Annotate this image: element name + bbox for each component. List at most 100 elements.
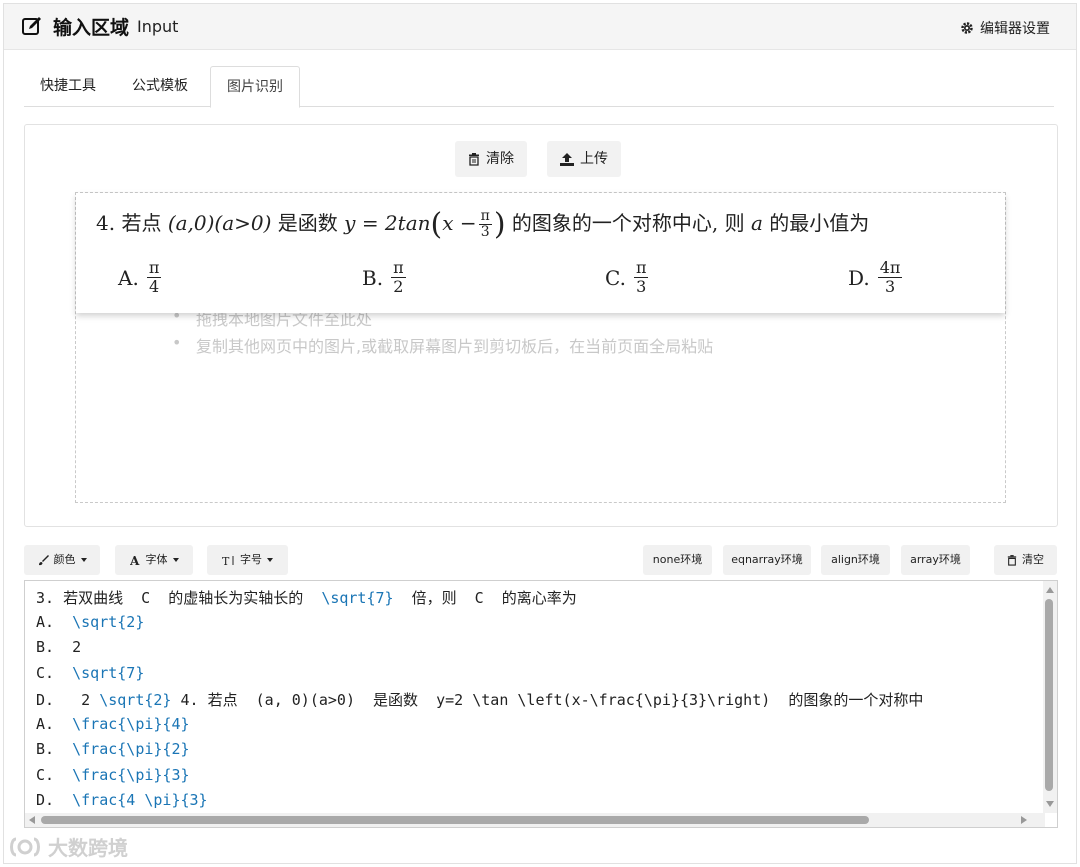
latex-token: \frac{\pi}{4}: [72, 714, 190, 733]
option-label: B.: [362, 265, 384, 290]
eqnarray-env-button[interactable]: eqnarray环境: [723, 545, 811, 575]
align-env-button[interactable]: align环境: [821, 545, 890, 575]
latex-token: \sqrt{7}: [72, 663, 145, 682]
question-fragment: 是函数: [277, 211, 338, 235]
title-subtitle: Input: [137, 17, 179, 36]
question-math: y = 2tan: [344, 211, 431, 235]
hint-paste-image: 复制其他网页中的图片,或截取屏幕图片到剪切板后，在当前页面全局粘贴: [172, 333, 713, 357]
clear-editor-button[interactable]: 清空: [994, 545, 1057, 575]
latex-code-editor[interactable]: 3. 若双曲线 C 的虚轴长为实轴长的 \sqrt{7} 倍，则 C 的离心率为…: [24, 580, 1058, 828]
upload-label: 上传: [580, 151, 608, 167]
title-text: 输入区域: [53, 17, 130, 39]
fraction-numerator: 4π: [877, 258, 903, 278]
option-label: A.: [118, 265, 139, 290]
option-label: C.: [605, 265, 626, 290]
code-line: 3. 若双曲线 C 的虚轴长为实轴长的 \sqrt{7} 倍，则 C 的离心率为: [36, 587, 577, 608]
tab-quick-tools[interactable]: 快捷工具: [24, 66, 112, 107]
question-fragment: 若点: [121, 211, 162, 235]
none-env-button[interactable]: none环境: [643, 545, 712, 575]
upload-icon: [560, 152, 574, 166]
vertical-scrollbar[interactable]: [1043, 581, 1057, 813]
font-size-dropdown[interactable]: T 字号: [207, 545, 288, 575]
fraction-denominator: 3: [884, 277, 896, 296]
edit-icon: [21, 15, 45, 39]
code-text: A.: [36, 714, 73, 733]
code-text: A.: [36, 612, 73, 631]
code-line: A. \frac{\pi}{4}: [36, 715, 190, 733]
horizontal-scroll-thumb[interactable]: [41, 816, 869, 824]
clear-image-button[interactable]: 清除: [455, 141, 527, 177]
upload-button[interactable]: 上传: [547, 141, 621, 177]
svg-text:T: T: [222, 555, 230, 566]
code-text: 3. 若双曲线 C 的虚轴长为实轴长的: [36, 589, 322, 607]
question-variable: a: [750, 211, 763, 235]
code-text: D. 2: [36, 691, 100, 709]
color-dropdown[interactable]: 颜色: [24, 545, 100, 575]
fraction-denominator: 3: [636, 277, 647, 296]
question-number: 4.: [96, 211, 116, 235]
panel-header: 输入区域 Input 编辑器设置: [4, 4, 1076, 50]
scroll-down-icon[interactable]: [1046, 801, 1054, 807]
latex-token: \frac{4 \pi}{3}: [72, 791, 208, 809]
trash-icon: [469, 152, 479, 166]
option-fraction: 4π 3: [877, 258, 903, 296]
code-line: B. 2: [36, 638, 81, 656]
svg-text:A: A: [130, 555, 140, 566]
code-line: D. 2 \sqrt{2} 4. 若点 (a, 0)(a>0) 是函数 y=2 …: [36, 689, 923, 710]
tab-image-recognition[interactable]: 图片识别: [210, 66, 300, 108]
vertical-scroll-thumb[interactable]: [1045, 599, 1053, 791]
option-c: C. π3: [605, 258, 649, 296]
font-size-label: 字号: [240, 553, 262, 566]
caret-down-icon: [267, 558, 273, 562]
scroll-left-icon[interactable]: [29, 816, 35, 824]
code-line: A. \sqrt{2}: [36, 613, 144, 631]
option-fraction: π2: [391, 259, 406, 296]
watermark-logo-icon: [10, 837, 40, 856]
question-fragment: 的最小值为: [769, 211, 870, 235]
code-text: 倍，则 C 的离心率为: [393, 589, 577, 607]
editor-settings-button[interactable]: 编辑器设置: [960, 18, 1050, 38]
color-label: 颜色: [53, 553, 76, 566]
option-fraction: π4: [146, 258, 162, 296]
question-math: x −: [442, 211, 477, 235]
settings-label: 编辑器设置: [980, 21, 1050, 37]
option-a: A. π4: [118, 258, 162, 296]
code-line: D. \frac{4 \pi}{3}: [36, 791, 208, 809]
fraction-denominator: 2: [393, 277, 404, 296]
gear-icon: [961, 22, 973, 34]
horizontal-scrollbar[interactable]: [25, 813, 1045, 827]
fraction-numerator: π: [478, 208, 492, 225]
inline-fraction: π3: [478, 208, 492, 240]
font-dropdown[interactable]: A 字体: [115, 545, 193, 575]
fraction-numerator: π: [633, 258, 649, 278]
latex-token: \sqrt{2}: [72, 612, 145, 631]
code-text: 4. 若点 (a, 0)(a>0) 是函数 y=2 \tan \left(x-\…: [171, 691, 924, 709]
option-d: D. 4π 3: [848, 258, 903, 296]
question-fragment: 的图象的一个对称中心, 则: [511, 211, 745, 235]
tab-bar: 快捷工具 公式模板 图片识别: [24, 66, 1054, 108]
code-text: C.: [36, 765, 73, 784]
scroll-up-icon[interactable]: [1046, 587, 1054, 593]
fraction-numerator: π: [146, 258, 162, 278]
clear-editor-label: 清空: [1022, 553, 1044, 566]
clear-label: 清除: [486, 151, 514, 167]
brush-icon: [38, 554, 49, 565]
fraction-numerator: π: [391, 258, 406, 278]
code-text: C.: [36, 663, 73, 682]
latex-token: \sqrt{7}: [321, 589, 394, 607]
trash-icon: [1007, 554, 1017, 566]
tab-formula-templates[interactable]: 公式模板: [116, 66, 204, 107]
font-label: 字体: [145, 553, 168, 566]
font-icon: A: [130, 555, 140, 566]
code-line: C. \sqrt{7}: [36, 664, 144, 682]
code-text: B. 2: [36, 638, 82, 656]
panel-title: 输入区域 Input: [21, 13, 178, 40]
code-line: B. \frac{\pi}{2}: [36, 740, 190, 758]
option-b: B. π2: [362, 259, 406, 296]
text-height-icon: T: [222, 555, 234, 566]
watermark: 大数跨境: [8, 832, 128, 861]
question-math: (a,0)(a>0): [167, 211, 272, 235]
recognized-image-preview: 4. 若点 (a,0)(a>0) 是函数 y = 2tan(x − π 3) 的图象…: [76, 193, 1005, 313]
array-env-button[interactable]: array环境: [901, 545, 970, 575]
scroll-right-icon[interactable]: [1021, 816, 1027, 824]
